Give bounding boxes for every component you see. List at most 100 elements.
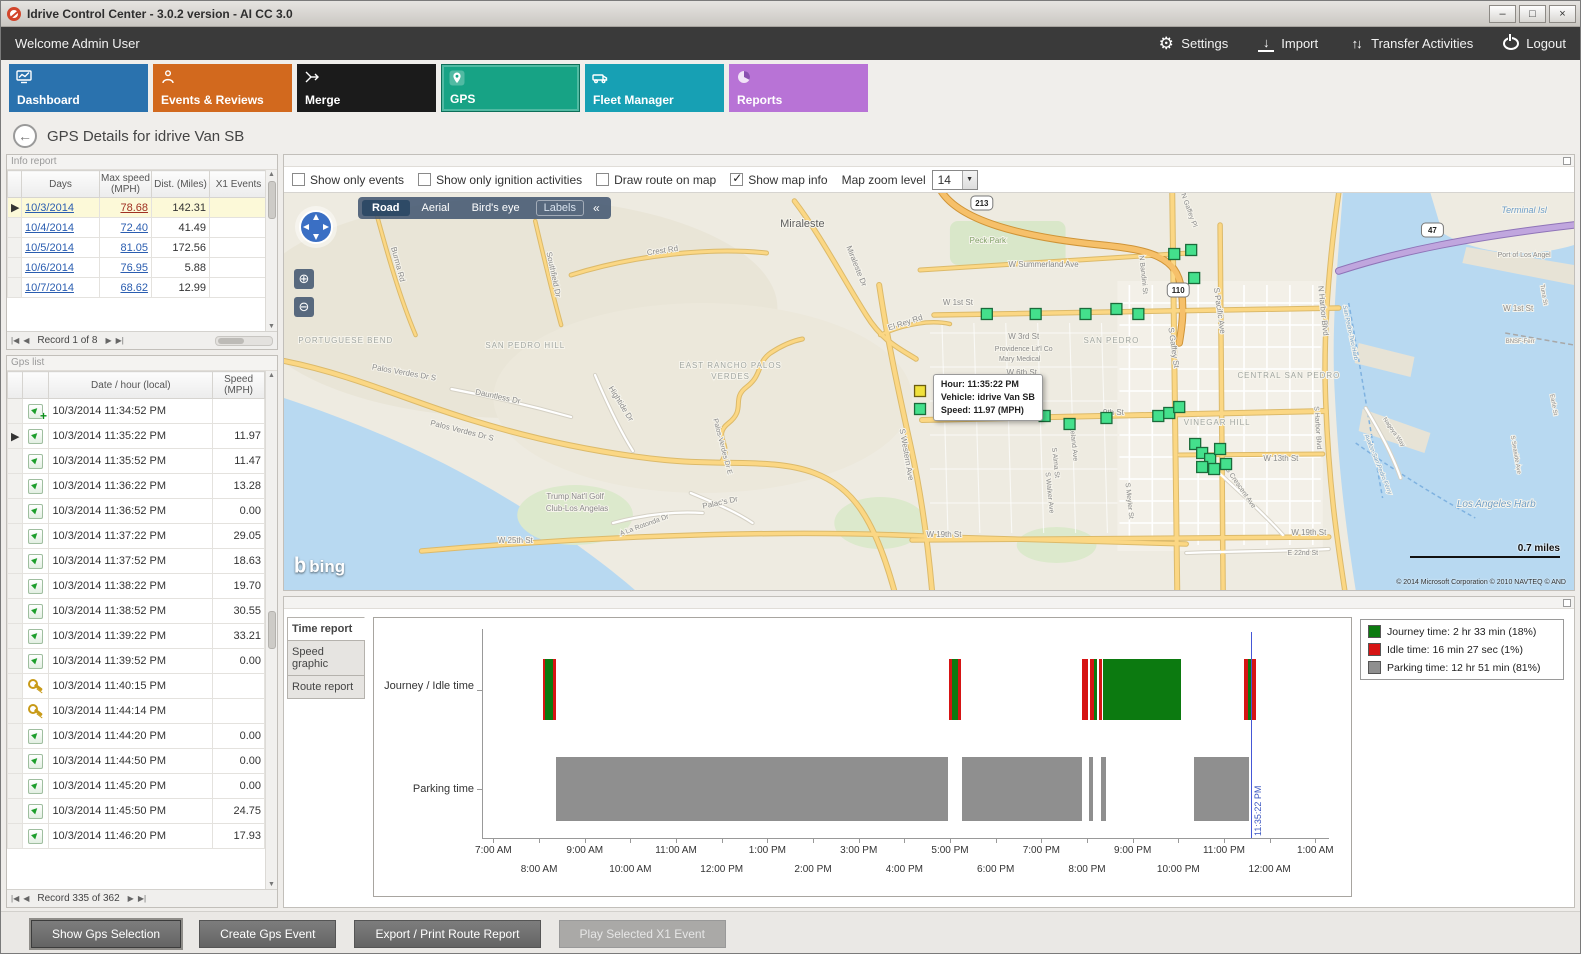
tab-fleet-manager[interactable]: Fleet Manager (585, 64, 724, 112)
gps-row[interactable]: 10/3/2014 11:36:52 PM0.00 (8, 499, 265, 524)
gps-row[interactable]: ▶10/3/2014 11:35:22 PM11.97 (8, 424, 265, 449)
gps-marker[interactable] (1080, 309, 1091, 320)
map-view-bird-s-eye[interactable]: Bird's eye (462, 200, 530, 216)
last-record-button[interactable]: ▶| (138, 894, 146, 903)
gps-marker[interactable] (1197, 462, 1208, 473)
max-speed-link[interactable]: 78.68 (120, 202, 148, 214)
gps-row[interactable]: 10/3/2014 11:36:22 PM13.28 (8, 474, 265, 499)
col-dist[interactable]: Dist. (Miles) (152, 171, 210, 198)
col-datetime[interactable]: Date / hour (local) (49, 372, 213, 399)
col-max-speed[interactable]: Max speed (MPH) (100, 171, 152, 198)
max-speed-link[interactable]: 68.62 (120, 282, 148, 294)
gps-marker[interactable] (1209, 464, 1220, 475)
gps-row[interactable]: 10/3/2014 11:37:52 PM18.63 (8, 549, 265, 574)
gps-marker[interactable] (981, 309, 992, 320)
col-x1-events[interactable]: X1 Events (210, 171, 268, 198)
topbar-import[interactable]: Import (1258, 36, 1318, 52)
chart-tab-time-report[interactable]: Time report (287, 617, 365, 640)
gps-row[interactable]: 10/3/2014 11:39:22 PM33.21 (8, 624, 265, 649)
tab-events-reviews[interactable]: Events & Reviews (153, 64, 292, 112)
gps-row[interactable]: 10/3/2014 11:37:22 PM29.05 (8, 524, 265, 549)
gps-list-scrollbar[interactable]: ▲▼ (265, 371, 277, 889)
tab-gps[interactable]: GPS (441, 64, 580, 112)
gps-row[interactable]: 10/3/2014 11:34:52 PM (8, 399, 265, 424)
close-button[interactable]: × (1549, 5, 1576, 23)
tab-reports[interactable]: Reports (729, 64, 868, 112)
day-link[interactable]: 10/4/2014 (25, 222, 74, 234)
info-report-hscrollbar[interactable] (215, 336, 273, 346)
gps-marker[interactable] (1153, 411, 1164, 422)
gps-row[interactable]: 10/3/2014 11:38:22 PM19.70 (8, 574, 265, 599)
gps-marker[interactable] (1111, 304, 1122, 315)
show-only-ignition-checkbox[interactable] (418, 173, 431, 186)
show-gps-selection-button[interactable]: Show Gps Selection (31, 920, 181, 948)
chart-tab-route-report[interactable]: Route report (287, 675, 365, 699)
col-days[interactable]: Days (22, 171, 100, 198)
map-zoom-select[interactable]: 14 ▼ (932, 170, 978, 190)
last-record-button[interactable]: ▶| (116, 336, 124, 345)
back-button[interactable]: ← (13, 124, 37, 148)
zoom-out-button[interactable]: ⊖ (294, 297, 314, 317)
show-map-info-checkbox[interactable] (730, 173, 743, 186)
max-speed-link[interactable]: 81.05 (120, 242, 148, 254)
map-view-road[interactable]: Road (362, 200, 410, 216)
gps-row[interactable]: 10/3/2014 11:35:52 PM11.47 (8, 449, 265, 474)
gps-marker[interactable] (1221, 459, 1232, 470)
info-report-row[interactable]: 10/4/201472.4041.49 (8, 218, 268, 238)
tab-dashboard[interactable]: Dashboard (9, 64, 148, 112)
gps-marker[interactable] (1174, 402, 1185, 413)
option-draw-route[interactable]: Draw route on map (596, 173, 716, 187)
gps-row[interactable]: 10/3/2014 11:45:20 PM0.00 (8, 774, 265, 799)
gps-marker[interactable] (1189, 273, 1200, 284)
first-record-button[interactable]: |◀ (11, 894, 19, 903)
gps-row[interactable]: 10/3/2014 11:44:14 PM (8, 699, 265, 724)
gps-row[interactable]: 10/3/2014 11:45:50 PM24.75 (8, 799, 265, 824)
info-report-row[interactable]: 10/5/201481.05172.56 (8, 238, 268, 258)
prev-record-button[interactable]: ◀ (23, 894, 29, 903)
info-report-row[interactable]: 10/6/201476.955.88 (8, 258, 268, 278)
gps-marker[interactable] (1215, 444, 1226, 455)
gps-marker[interactable] (915, 404, 926, 415)
create-gps-event-button[interactable]: Create Gps Event (199, 920, 336, 948)
chart-tab-speed-graphic[interactable]: Speed graphic (287, 640, 365, 675)
gps-row[interactable]: 10/3/2014 11:38:52 PM30.55 (8, 599, 265, 624)
gps-marker[interactable] (1133, 309, 1144, 320)
map-compass-control[interactable] (294, 205, 338, 249)
col-speed[interactable]: Speed (MPH) (213, 372, 265, 399)
prev-record-button[interactable]: ◀ (23, 336, 29, 345)
info-report-row[interactable]: ▶10/3/201478.68142.31 (8, 198, 268, 218)
day-link[interactable]: 10/3/2014 (25, 202, 74, 214)
gps-row[interactable]: 10/3/2014 11:44:50 PM0.00 (8, 749, 265, 774)
day-link[interactable]: 10/5/2014 (25, 242, 74, 254)
export-print-route-report-button[interactable]: Export / Print Route Report (354, 920, 540, 948)
option-show-only-events[interactable]: Show only events (292, 173, 404, 187)
maximize-button[interactable]: □ (1519, 5, 1546, 23)
map-view-aerial[interactable]: Aerial (412, 200, 460, 216)
max-speed-link[interactable]: 72.40 (120, 222, 148, 234)
show-only-events-checkbox[interactable] (292, 173, 305, 186)
gps-row[interactable]: 10/3/2014 11:46:20 PM17.93 (8, 824, 265, 849)
toolbar-collapse-icon[interactable]: « (586, 201, 607, 215)
gps-marker[interactable] (1064, 419, 1075, 430)
gps-marker-selected[interactable] (915, 386, 926, 397)
info-report-scrollbar[interactable]: ▲▼ (265, 170, 277, 331)
gps-row[interactable]: 10/3/2014 11:40:15 PM (8, 674, 265, 699)
next-record-button[interactable]: ▶ (128, 894, 134, 903)
topbar-settings[interactable]: Settings (1158, 36, 1228, 52)
day-link[interactable]: 10/6/2014 (25, 262, 74, 274)
map-view-labels[interactable]: Labels (536, 200, 584, 216)
gps-marker[interactable] (1186, 245, 1197, 256)
gps-row[interactable]: 10/3/2014 11:39:52 PM0.00 (8, 649, 265, 674)
chart-collapse-button[interactable] (1563, 599, 1571, 607)
option-show-only-ignition[interactable]: Show only ignition activities (418, 173, 582, 187)
topbar-logout[interactable]: Logout (1503, 36, 1566, 51)
gps-marker[interactable] (1169, 249, 1180, 260)
info-report-row[interactable]: 10/7/201468.6212.99 (8, 278, 268, 298)
map-collapse-button[interactable] (1563, 157, 1571, 165)
day-link[interactable]: 10/7/2014 (25, 282, 74, 294)
option-show-map-info[interactable]: Show map info (730, 173, 827, 187)
max-speed-link[interactable]: 76.95 (120, 262, 148, 274)
gps-marker[interactable] (1101, 413, 1112, 424)
tab-merge[interactable]: Merge (297, 64, 436, 112)
next-record-button[interactable]: ▶ (105, 336, 111, 345)
